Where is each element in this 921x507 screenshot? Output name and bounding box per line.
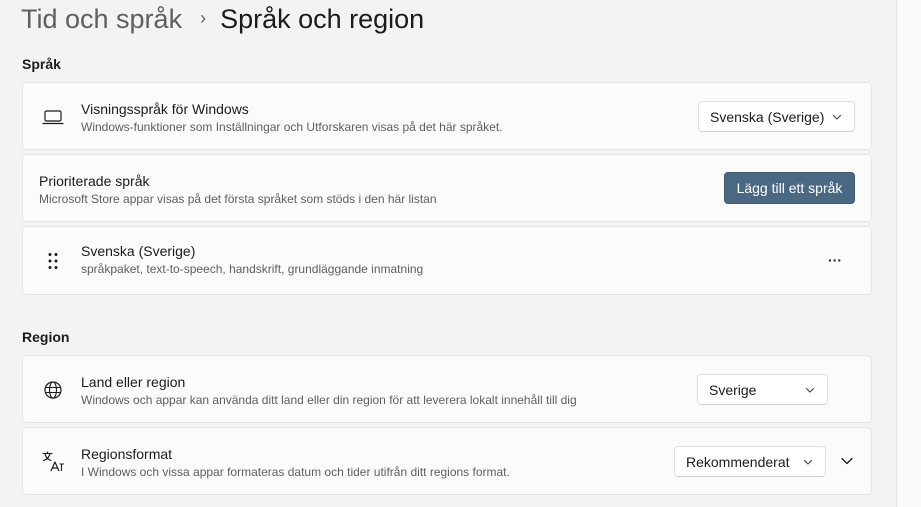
drag-handle-icon[interactable] xyxy=(41,249,65,273)
installed-language-title: Svenska (Sverige) xyxy=(81,243,196,259)
country-region-description: Windows och appar kan använda ditt land … xyxy=(81,393,577,407)
add-language-button[interactable]: Lägg till ett språk xyxy=(724,172,855,204)
regional-format-description: I Windows och vissa appar formateras dat… xyxy=(81,465,510,479)
installed-language-description: språkpaket, text-to-speech, handskrift, … xyxy=(81,262,424,276)
regional-format-dropdown[interactable]: Rekommenderat xyxy=(674,446,826,477)
chevron-down-icon xyxy=(805,387,815,393)
display-language-description: Windows-funktioner som Inställningar och… xyxy=(81,120,503,134)
country-region-dropdown[interactable]: Sverige xyxy=(697,374,828,405)
preferred-languages-card: Prioriterade språk Microsoft Store appar… xyxy=(22,154,872,222)
breadcrumb: Tid och språk › Språk och region xyxy=(21,0,424,38)
chevron-down-icon xyxy=(803,459,813,465)
chevron-down-icon xyxy=(832,114,842,120)
expand-regional-format-button[interactable] xyxy=(833,447,861,475)
country-region-title: Land eller region xyxy=(81,374,186,390)
regional-format-icon xyxy=(41,450,65,474)
regional-format-title: Regionsformat xyxy=(81,446,173,462)
regional-format-card[interactable]: Regionsformat I Windows och vissa appar … xyxy=(22,427,872,495)
breadcrumb-separator: › xyxy=(200,7,207,28)
country-region-card: Land eller region Windows och appar kan … xyxy=(22,355,872,423)
breadcrumb-parent-link[interactable]: Tid och språk xyxy=(21,4,182,35)
display-language-card: Visningsspråk för Windows Windows-funkti… xyxy=(22,82,872,150)
section-title-language: Språk xyxy=(22,56,61,72)
preferred-languages-description: Microsoft Store appar visas på det först… xyxy=(39,192,437,206)
installed-language-item[interactable]: Svenska (Sverige) språkpaket, text-to-sp… xyxy=(22,226,872,295)
laptop-icon xyxy=(41,105,65,129)
country-region-dropdown-value: Sverige xyxy=(709,381,757,398)
display-language-dropdown[interactable]: Svenska (Sverige) xyxy=(698,101,855,132)
preferred-languages-title: Prioriterade språk xyxy=(39,173,150,189)
display-language-dropdown-value: Svenska (Sverige) xyxy=(710,108,825,125)
display-language-title: Visningsspråk för Windows xyxy=(81,101,249,117)
page-title: Språk och region xyxy=(220,3,425,34)
section-title-region: Region xyxy=(22,329,70,345)
more-icon: ··· xyxy=(828,252,842,268)
chevron-down-icon xyxy=(841,457,853,465)
regional-format-dropdown-value: Rekommenderat xyxy=(686,453,790,470)
scrollbar[interactable] xyxy=(896,0,921,507)
globe-icon xyxy=(41,378,65,402)
more-options-button[interactable]: ··· xyxy=(820,245,850,275)
